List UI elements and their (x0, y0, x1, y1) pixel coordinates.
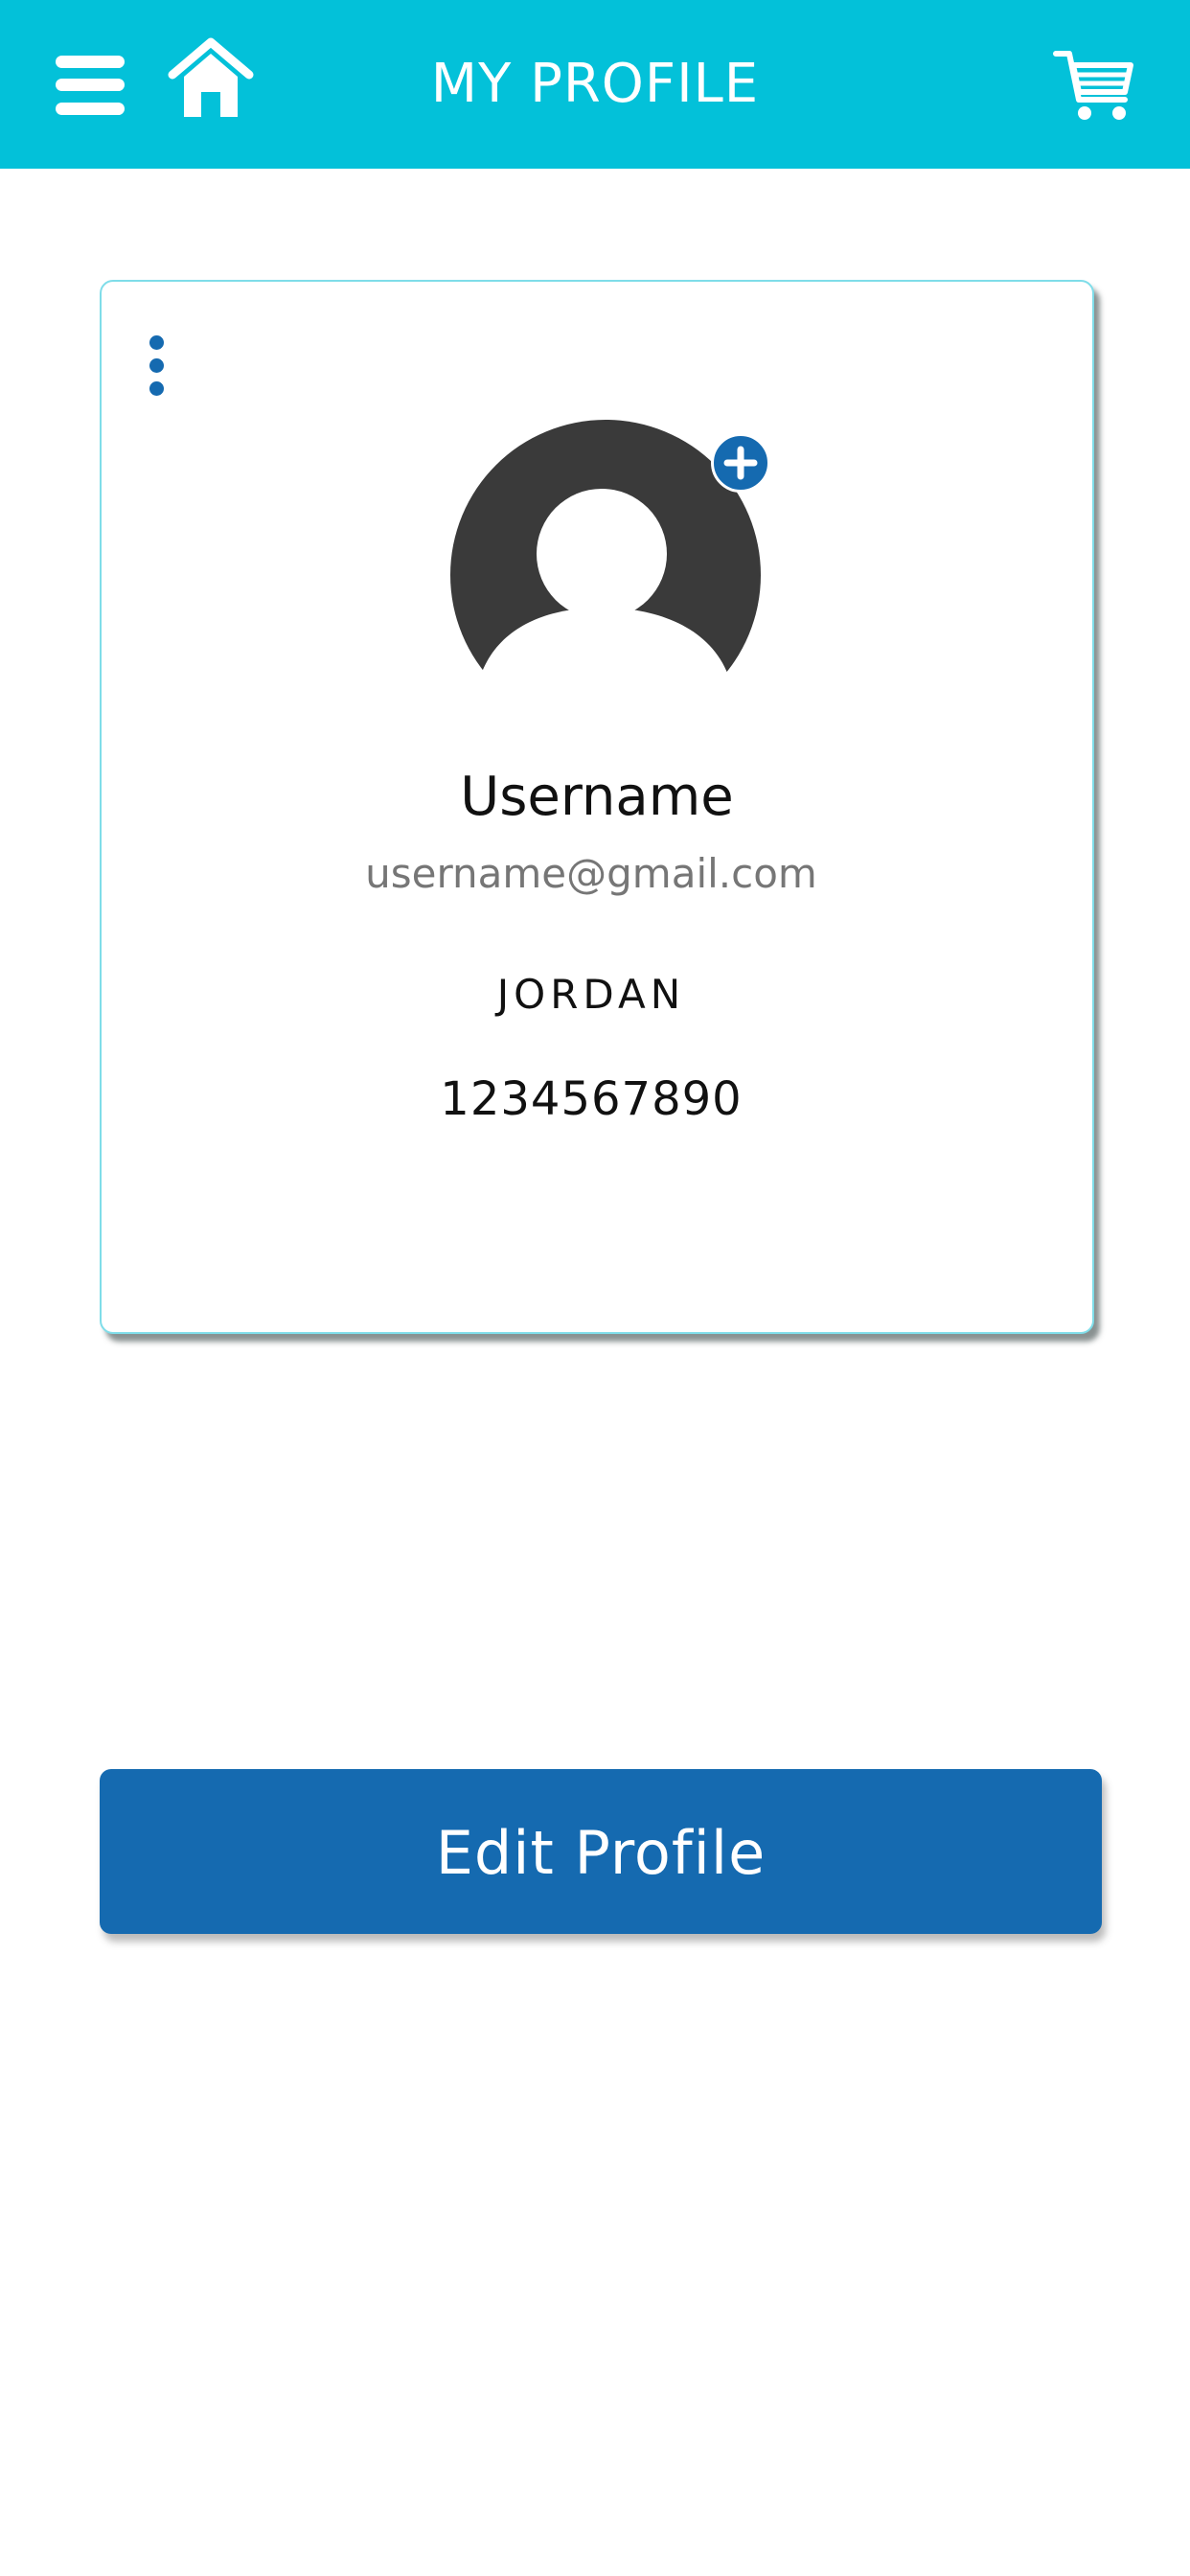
shopping-cart-icon (1053, 51, 1133, 120)
kebab-dot (149, 381, 164, 396)
profile-email: username@gmail.com (365, 850, 817, 897)
edit-profile-button[interactable]: Edit Profile (100, 1769, 1102, 1934)
edit-profile-label: Edit Profile (435, 1818, 767, 1888)
kebab-dot (149, 335, 164, 350)
profile-username: Username (460, 766, 734, 828)
plus-circle-icon (723, 446, 758, 480)
add-photo-button[interactable] (711, 433, 770, 493)
kebab-dot (149, 358, 164, 373)
app-header: MY PROFILE (0, 0, 1190, 169)
profile-phone: 1234567890 (440, 1072, 743, 1126)
profile-card: Username username@gmail.com JORDAN 12345… (100, 280, 1094, 1334)
page-title: MY PROFILE (430, 53, 760, 115)
cart-button[interactable] (1052, 48, 1134, 125)
profile-name: JORDAN (496, 971, 686, 1018)
